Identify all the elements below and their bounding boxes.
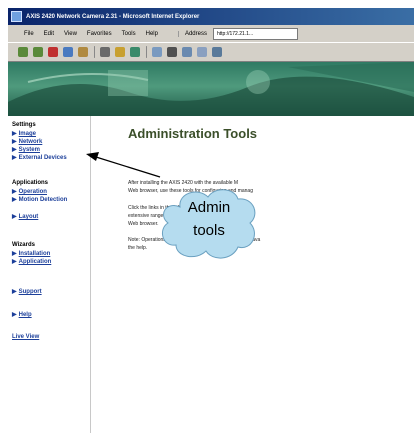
callout-line-2: tools — [193, 222, 225, 239]
page-title: Administration Tools — [128, 126, 258, 141]
arrow-icon: ▶ — [12, 197, 17, 203]
nav-image[interactable]: ▶ Image — [12, 130, 36, 137]
arrow-icon: ▶ — [12, 131, 17, 137]
nav-installation[interactable]: ▶ Installation — [12, 250, 50, 257]
arrow-icon: ▶ — [12, 139, 17, 145]
arrow-icon: ▶ — [12, 289, 17, 295]
address-label: Address — [177, 30, 207, 37]
menu-tools[interactable]: Tools — [122, 31, 136, 37]
nav-section-settings: Settings — [12, 122, 36, 128]
browser-toolbar — [8, 43, 414, 62]
window-titlebar: AXIS 2420 Network Camera 2.31 - Microsof… — [8, 8, 414, 25]
search-icon[interactable] — [100, 47, 110, 57]
admin-tools-callout: Admin tools — [158, 185, 260, 263]
menu-help[interactable]: Help — [146, 31, 158, 37]
menu-bar: File Edit View Favorites Tools Help Addr… — [8, 25, 414, 43]
nav-section-wizards: Wizards — [12, 242, 35, 248]
home-icon[interactable] — [78, 47, 88, 57]
nav-help[interactable]: ▶ Help — [12, 311, 32, 318]
nav-operation[interactable]: ▶ Operation — [12, 188, 47, 195]
nav-support[interactable]: ▶ Support — [12, 288, 42, 295]
menu-view[interactable]: View — [64, 31, 77, 37]
messenger-icon[interactable] — [212, 47, 222, 57]
menu-edit[interactable]: Edit — [44, 31, 54, 37]
toolbar-separator — [94, 46, 95, 58]
arrow-icon: ▶ — [12, 214, 17, 220]
header-banner — [8, 62, 414, 116]
discuss-icon[interactable] — [197, 47, 207, 57]
nav-system[interactable]: ▶ System — [12, 146, 40, 153]
toolbar-separator — [146, 46, 147, 58]
nav-external-devices[interactable]: ▶ External Devices — [12, 154, 67, 162]
window-title: AXIS 2420 Network Camera 2.31 - Microsof… — [26, 13, 200, 20]
arrow-icon: ▶ — [12, 251, 17, 257]
back-icon[interactable] — [18, 47, 28, 57]
edit-icon[interactable] — [182, 47, 192, 57]
banner-graphic — [8, 62, 414, 116]
menu-favorites[interactable]: Favorites — [87, 31, 112, 37]
nav-motion-detection[interactable]: ▶ Motion Detection — [12, 196, 67, 204]
refresh-icon[interactable] — [63, 47, 73, 57]
stop-icon[interactable] — [48, 47, 58, 57]
arrow-icon: ▶ — [12, 259, 17, 265]
mail-icon[interactable] — [152, 47, 162, 57]
address-field[interactable]: http://172.21.1... — [212, 27, 298, 40]
favorites-icon[interactable] — [115, 47, 125, 57]
arrow-icon: ▶ — [12, 312, 17, 318]
main-content: Administration Tools After installing th… — [92, 116, 414, 433]
history-icon[interactable] — [130, 47, 140, 57]
left-nav: Settings ▶ Image ▶ Network ▶ System ▶ Extern… — [8, 116, 91, 433]
callout-line-1: Admin — [187, 199, 231, 216]
menu-file[interactable]: File — [24, 31, 34, 37]
ie-icon — [11, 11, 22, 22]
nav-layout[interactable]: ▶ Layout — [12, 213, 38, 220]
arrow-icon: ▶ — [12, 155, 17, 161]
arrow-icon: ▶ — [12, 189, 17, 195]
nav-live-view[interactable]: Live View — [12, 334, 39, 340]
forward-icon[interactable] — [33, 47, 43, 57]
arrow-icon: ▶ — [12, 147, 17, 153]
nav-network[interactable]: ▶ Network — [12, 138, 42, 145]
nav-section-applications: Applications — [12, 180, 49, 186]
nav-application[interactable]: ▶ Application — [12, 258, 51, 265]
print-icon[interactable] — [167, 47, 177, 57]
